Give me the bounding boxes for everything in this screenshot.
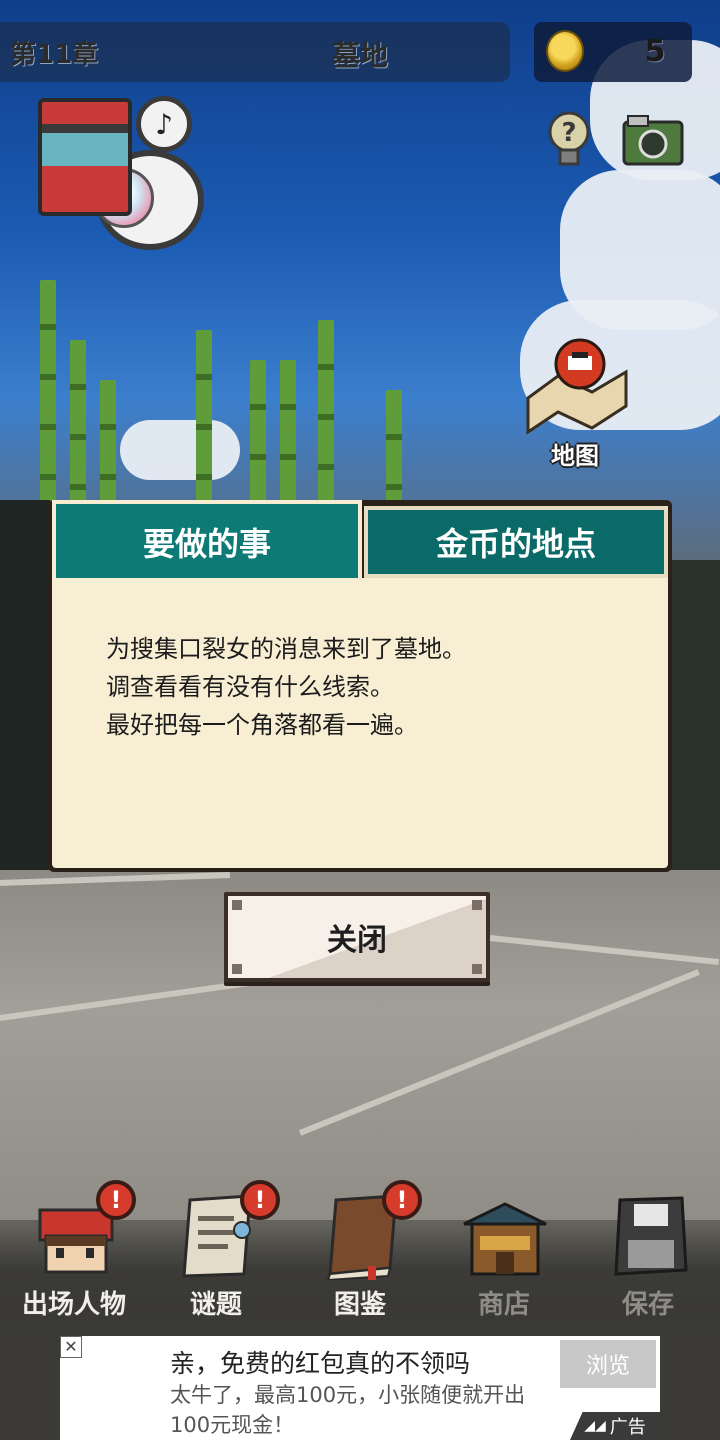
gold-coin-icon [546, 30, 584, 72]
toolbar-item-characters[interactable]: ! 出场人物 [10, 1180, 138, 1330]
toolbar-label-save: 保存 [621, 1290, 674, 1320]
alert-badge: ! [96, 1180, 136, 1220]
svg-text:?: ? [561, 118, 576, 148]
location-label: 墓地 [331, 39, 388, 72]
ad-tag: ◢◢ 广告 [570, 1412, 660, 1440]
ad-close-icon[interactable]: ✕ [60, 1336, 82, 1358]
coin-count: 5 [644, 34, 666, 69]
toolbar-item-puzzles[interactable]: ! 谜题 [152, 1180, 280, 1330]
ad-tag-label: 广告 [609, 1417, 646, 1438]
alert-badge: ! [382, 1180, 422, 1220]
toolbar-label-encyclopedia: 图鉴 [333, 1290, 386, 1320]
tab-todo[interactable]: 要做的事 [52, 500, 362, 580]
camera-icon[interactable] [622, 114, 684, 166]
toolbar-label-shop: 商店 [477, 1290, 530, 1320]
shop-icon [463, 1202, 547, 1276]
music-note-icon[interactable]: ♪ [136, 96, 192, 152]
toolbar-item-shop[interactable]: 商店 [440, 1180, 568, 1330]
close-button-label: 关闭 [327, 923, 387, 958]
chapter-label: 第11章 [10, 40, 99, 70]
objective-line-3: 最好把每一个角落都看一遍。 [106, 711, 418, 739]
ad-description: 太牛了，最高100元，小张随便就开出100元现金！ [170, 1383, 526, 1437]
toolbar-item-save[interactable]: 保存 [584, 1180, 712, 1330]
ad-title: 亲，免费的红包真的不领吗 [170, 1349, 471, 1378]
ad-side-left [0, 1336, 60, 1440]
character-avatar[interactable] [38, 98, 132, 216]
map-icon[interactable] [522, 336, 632, 436]
map-label: 地图 [551, 442, 599, 470]
ad-side-right [660, 1336, 720, 1440]
ad-browse-button[interactable]: 浏览 [560, 1340, 656, 1388]
help-lightbulb-icon[interactable]: ? [544, 110, 594, 170]
tab-coin-locations[interactable]: 金币的地点 [364, 506, 668, 578]
alert-badge: ! [240, 1180, 280, 1220]
toolbar-item-encyclopedia[interactable]: ! 图鉴 [296, 1180, 424, 1330]
objective-line-1: 为搜集口裂女的消息来到了墓地。 [106, 635, 466, 663]
close-button[interactable]: 关闭 [224, 892, 490, 982]
dialog-body: 为搜集口裂女的消息来到了墓地。 调查看看有没有什么线索。 最好把每一个角落都看一… [52, 578, 668, 868]
objective-line-2: 调查看看有没有什么线索。 [106, 673, 394, 701]
toolbar-label-puzzles: 谜题 [189, 1290, 242, 1320]
toolbar-label-characters: 出场人物 [21, 1290, 126, 1320]
floppy-disk-icon [614, 1196, 688, 1276]
ad-logo-icon: ◢◢ [584, 1418, 606, 1434]
